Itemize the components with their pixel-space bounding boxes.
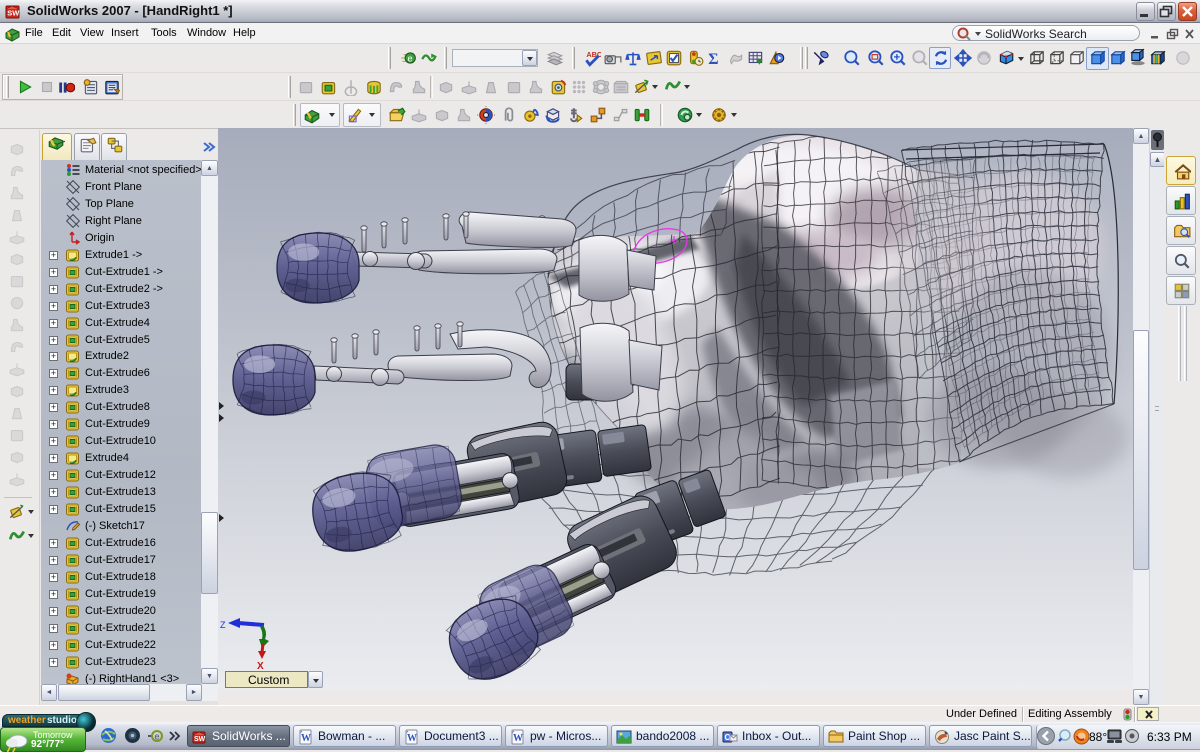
svg-text:e: e: [407, 53, 412, 63]
svg-text:W: W: [407, 733, 417, 744]
svg-text:W: W: [513, 733, 523, 744]
svg-text:SW: SW: [7, 9, 20, 18]
svg-text:Z: Z: [220, 620, 226, 630]
svg-text:e: e: [155, 732, 160, 742]
svg-text:SW: SW: [194, 736, 206, 743]
svg-text:W: W: [301, 733, 311, 744]
svg-text:Σ: Σ: [708, 51, 718, 67]
